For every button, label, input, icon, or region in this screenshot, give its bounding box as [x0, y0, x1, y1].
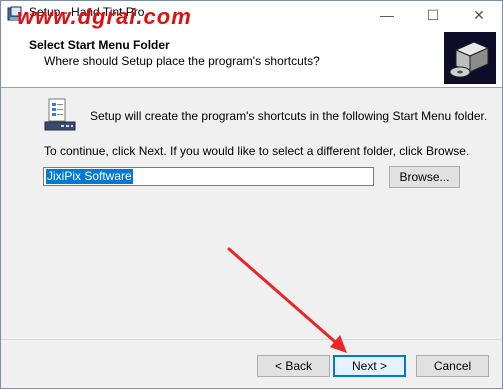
footer-separator [1, 339, 502, 340]
computer-box-icon [444, 32, 496, 84]
minimize-button[interactable]: — [364, 1, 410, 29]
folder-input-value: JixiPix Software [46, 169, 133, 184]
instruction-text: To continue, click Next. If you would li… [44, 144, 470, 158]
browse-button[interactable]: Browse... [389, 166, 460, 188]
title-bar[interactable]: Setup - Hand Tint Pro www.dgrai.com — ☐ … [1, 1, 502, 29]
setup-window: Setup - Hand Tint Pro www.dgrai.com — ☐ … [0, 0, 503, 389]
page-subtitle: Where should Setup place the program's s… [44, 54, 320, 68]
watermark-text: www.dgrai.com [17, 4, 192, 29]
page-title: Select Start Menu Folder [29, 38, 170, 52]
info-text: Setup will create the program's shortcut… [90, 109, 488, 123]
next-button[interactable]: Next > [333, 355, 406, 377]
maximize-button[interactable]: ☐ [410, 1, 456, 29]
close-button[interactable]: ✕ [456, 1, 502, 29]
cancel-button[interactable]: Cancel [416, 355, 489, 377]
wizard-header: Select Start Menu Folder Where should Se… [1, 29, 502, 88]
start-menu-folder-icon [44, 98, 76, 131]
start-menu-folder-input[interactable]: JixiPix Software [43, 167, 374, 186]
back-button[interactable]: < Back [257, 355, 330, 377]
